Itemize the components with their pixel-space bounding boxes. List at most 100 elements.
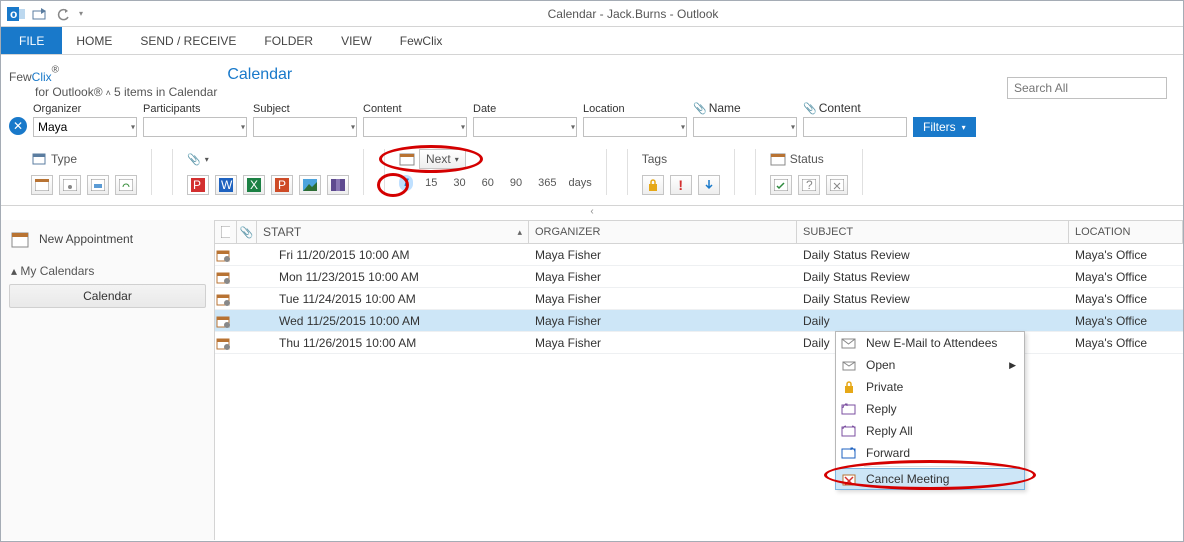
next-dropdown[interactable]: Next▾ bbox=[419, 149, 466, 169]
filter-row: ✕ Organizer▾ Participants▾ Subject▾ Cont… bbox=[1, 99, 1183, 143]
location-cell: Maya's Office bbox=[1069, 248, 1183, 262]
pdf-icon[interactable]: P bbox=[187, 175, 209, 195]
date-input[interactable] bbox=[473, 117, 577, 137]
day-30[interactable]: 30 bbox=[449, 175, 469, 191]
status-tentative-icon[interactable]: ? bbox=[798, 175, 820, 195]
image-icon[interactable] bbox=[299, 175, 321, 195]
subject-input[interactable] bbox=[253, 117, 357, 137]
organizer-input[interactable] bbox=[33, 117, 137, 137]
attach-name-label: Name bbox=[709, 101, 741, 115]
importance-icon[interactable]: ! bbox=[670, 175, 692, 195]
type-recurring-icon[interactable] bbox=[115, 175, 137, 195]
filters-button[interactable]: Filters▾ bbox=[913, 117, 976, 137]
word-icon[interactable]: W bbox=[215, 175, 237, 195]
menu-label: Open bbox=[866, 358, 895, 372]
location-cell: Maya's Office bbox=[1069, 314, 1183, 328]
toolbar-row: Type ▾ P W X P Next▾ 7 15 30 60 bbox=[1, 143, 1183, 206]
calendar-link[interactable]: Calendar bbox=[227, 66, 292, 84]
table-row[interactable]: Tue 11/24/2015 10:00 AMMaya FisherDaily … bbox=[215, 288, 1183, 310]
new-appointment-button[interactable]: New Appointment bbox=[1, 224, 214, 254]
menu-item-new-e-mail-to-attendees[interactable]: New E-Mail to Attendees bbox=[836, 332, 1024, 354]
search-input[interactable] bbox=[1007, 77, 1167, 99]
zip-icon[interactable] bbox=[327, 175, 349, 195]
col-attach-icon[interactable] bbox=[237, 221, 257, 243]
search-all bbox=[1007, 77, 1167, 99]
powerpoint-icon[interactable]: P bbox=[271, 175, 293, 195]
menu-item-reply[interactable]: Reply bbox=[836, 398, 1024, 420]
col-start[interactable]: START▴ bbox=[257, 221, 529, 243]
day-7[interactable]: 7 bbox=[399, 175, 413, 191]
menu-item-reply-all[interactable]: Reply All bbox=[836, 420, 1024, 442]
tab-send-receive[interactable]: SEND / RECEIVE bbox=[126, 27, 250, 54]
type-events-icon[interactable] bbox=[87, 175, 109, 195]
day-15[interactable]: 15 bbox=[421, 175, 441, 191]
type-meetings-icon[interactable] bbox=[59, 175, 81, 195]
tab-fewclix[interactable]: FewClix bbox=[386, 27, 457, 54]
tab-file[interactable]: FILE bbox=[1, 27, 62, 54]
status-declined-icon[interactable] bbox=[826, 175, 848, 195]
menu-label: Reply All bbox=[866, 424, 913, 438]
menu-icon bbox=[840, 446, 858, 460]
tab-view[interactable]: VIEW bbox=[327, 27, 386, 54]
attach-name-input[interactable] bbox=[693, 117, 797, 137]
date-label: Date bbox=[473, 103, 577, 115]
content-input[interactable] bbox=[363, 117, 467, 137]
svg-text:P: P bbox=[278, 178, 286, 192]
table-row[interactable]: Wed 11/25/2015 10:00 AMMaya FisherDaily … bbox=[215, 310, 1183, 332]
menu-item-private[interactable]: Private bbox=[836, 376, 1024, 398]
submenu-arrow-icon: ▶ bbox=[1009, 360, 1016, 371]
day-90[interactable]: 90 bbox=[506, 175, 526, 191]
table-row[interactable]: Mon 11/23/2015 10:00 AMMaya FisherDaily … bbox=[215, 266, 1183, 288]
participants-label: Participants bbox=[143, 103, 247, 115]
excel-icon[interactable]: X bbox=[243, 175, 265, 195]
attach-content-input[interactable] bbox=[803, 117, 907, 137]
menu-label: Cancel Meeting bbox=[866, 472, 949, 486]
menu-icon bbox=[840, 402, 858, 416]
menu-label: Reply bbox=[866, 402, 897, 416]
col-location[interactable]: LOCATION bbox=[1069, 221, 1183, 243]
my-calendars-header[interactable]: ▴ My Calendars bbox=[1, 254, 214, 282]
menu-label: New E-Mail to Attendees bbox=[866, 336, 997, 350]
menu-icon bbox=[840, 380, 858, 394]
day-60[interactable]: 60 bbox=[478, 175, 498, 191]
menu-label: Forward bbox=[866, 446, 910, 460]
grid: START▴ ORGANIZER SUBJECT LOCATION Fri 11… bbox=[215, 220, 1183, 540]
context-menu: New E-Mail to Attendees Open ▶ Private Reply… bbox=[835, 331, 1025, 490]
meeting-icon bbox=[215, 248, 237, 262]
paperclip-icon bbox=[693, 101, 707, 115]
location-input[interactable] bbox=[583, 117, 687, 137]
menu-item-open[interactable]: Open ▶ bbox=[836, 354, 1024, 376]
organizer-cell: Maya Fisher bbox=[529, 248, 797, 262]
subject-cell: Daily Status Review bbox=[797, 292, 1069, 306]
status-group: Status ? bbox=[755, 149, 863, 195]
svg-text:P: P bbox=[193, 178, 201, 192]
clear-filters-button[interactable]: ✕ bbox=[9, 117, 27, 135]
sidebar: New Appointment ▴ My Calendars Calendar bbox=[1, 220, 215, 540]
type-appointments-icon[interactable] bbox=[31, 175, 53, 195]
lock-icon[interactable] bbox=[642, 175, 664, 195]
col-subject[interactable]: SUBJECT bbox=[797, 221, 1069, 243]
status-accepted-icon[interactable] bbox=[770, 175, 792, 195]
calendar-tree-item[interactable]: Calendar bbox=[9, 284, 206, 308]
fewclix-brand: FewClix® for Outlook® ˄ 5 items in Calen… bbox=[9, 61, 217, 99]
col-type-icon[interactable] bbox=[215, 221, 237, 243]
send-receive-icon[interactable] bbox=[31, 5, 49, 23]
participants-input[interactable] bbox=[143, 117, 247, 137]
start-cell: Fri 11/20/2015 10:00 AM bbox=[257, 248, 529, 262]
undo-icon[interactable] bbox=[55, 5, 73, 23]
tab-home[interactable]: HOME bbox=[62, 27, 126, 54]
paperclip-icon bbox=[187, 152, 201, 166]
menu-icon bbox=[840, 472, 858, 486]
menu-item-forward[interactable]: Forward bbox=[836, 442, 1024, 464]
chevron-up-icon[interactable]: ˄ bbox=[106, 88, 111, 98]
table-row[interactable]: Thu 11/26/2015 10:00 AMMaya FisherDailyM… bbox=[215, 332, 1183, 354]
calendar-icon bbox=[399, 152, 415, 166]
down-arrow-icon[interactable] bbox=[698, 175, 720, 195]
day-365[interactable]: 365 bbox=[534, 175, 560, 191]
col-organizer[interactable]: ORGANIZER bbox=[529, 221, 797, 243]
menu-item-cancel-meeting[interactable]: Cancel Meeting bbox=[835, 468, 1025, 490]
table-row[interactable]: Fri 11/20/2015 10:00 AMMaya FisherDaily … bbox=[215, 244, 1183, 266]
start-cell: Mon 11/23/2015 10:00 AM bbox=[257, 270, 529, 284]
tab-folder[interactable]: FOLDER bbox=[250, 27, 327, 54]
collapse-toggle[interactable]: ‹ bbox=[1, 206, 1183, 220]
